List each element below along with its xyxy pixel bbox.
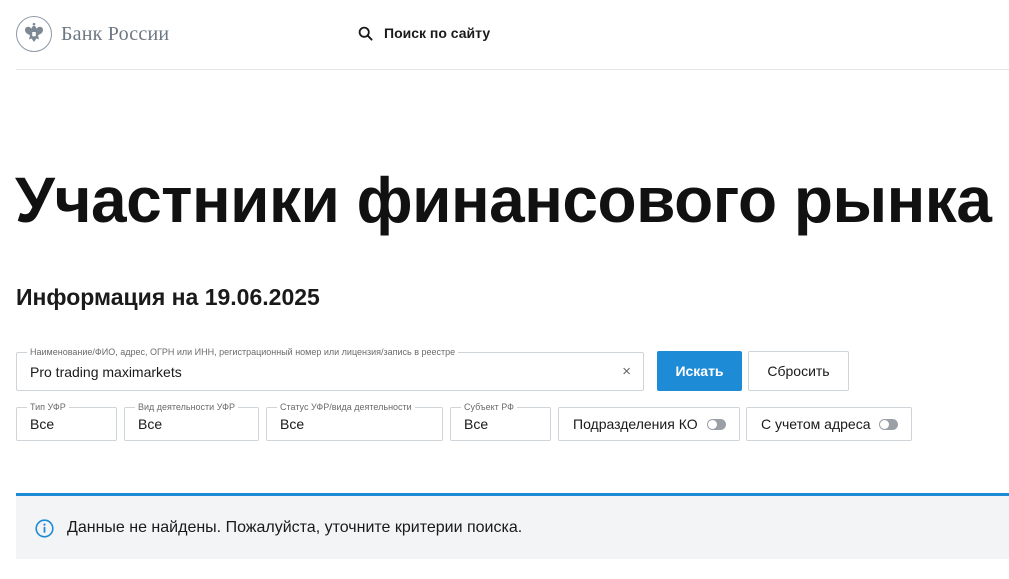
search-input[interactable]: Наименование/ФИО, адрес, ОГРН или ИНН, р… (16, 347, 644, 391)
toggle-knob (880, 420, 889, 429)
info-icon (35, 519, 54, 538)
info-date-heading: Информация на 19.06.2025 (16, 284, 320, 310)
no-results-alert: Данные не найдены. Пожалуйста, уточните … (16, 493, 1009, 559)
type-select-value: Все (30, 416, 55, 432)
alert-text: Данные не найдены. Пожалуйста, уточните … (67, 518, 523, 536)
status-select[interactable]: Статус УФР/вида деятельности Все (266, 402, 443, 441)
logo-text: Банк России (61, 22, 170, 45)
branches-toggle-label: Подразделения КО (573, 416, 698, 432)
region-select-value: Все (464, 416, 489, 432)
region-select[interactable]: Субъект РФ Все (450, 402, 551, 441)
page-title: Участники финансового рынка (15, 164, 992, 236)
bank-logo[interactable]: Банк России (16, 16, 169, 52)
header-divider (16, 69, 1009, 70)
activity-select-value: Все (138, 416, 163, 432)
toggle-knob (708, 420, 717, 429)
type-select[interactable]: Тип УФР Все (16, 402, 117, 441)
clear-icon[interactable]: × (622, 353, 631, 390)
search-button[interactable]: Искать (657, 351, 742, 391)
status-select-value: Все (280, 416, 305, 432)
eagle-emblem-icon (16, 16, 52, 52)
site-search-label: Поиск по сайту (384, 25, 491, 41)
address-toggle-field[interactable]: С учетом адреса (746, 407, 912, 441)
search-icon (358, 26, 373, 41)
branches-toggle-field[interactable]: Подразделения КО (558, 407, 740, 441)
reset-button[interactable]: Сбросить (748, 351, 849, 391)
site-search-link[interactable]: Поиск по сайту (358, 25, 490, 41)
branches-toggle[interactable] (707, 419, 726, 430)
activity-select[interactable]: Вид деятельности УФР Все (124, 402, 259, 441)
address-toggle[interactable] (879, 419, 898, 430)
address-toggle-label: С учетом адреса (761, 416, 871, 432)
site-header: Банк России Поиск по сайту (0, 0, 1009, 70)
search-input-value[interactable]: Pro trading maximarkets (30, 353, 182, 390)
